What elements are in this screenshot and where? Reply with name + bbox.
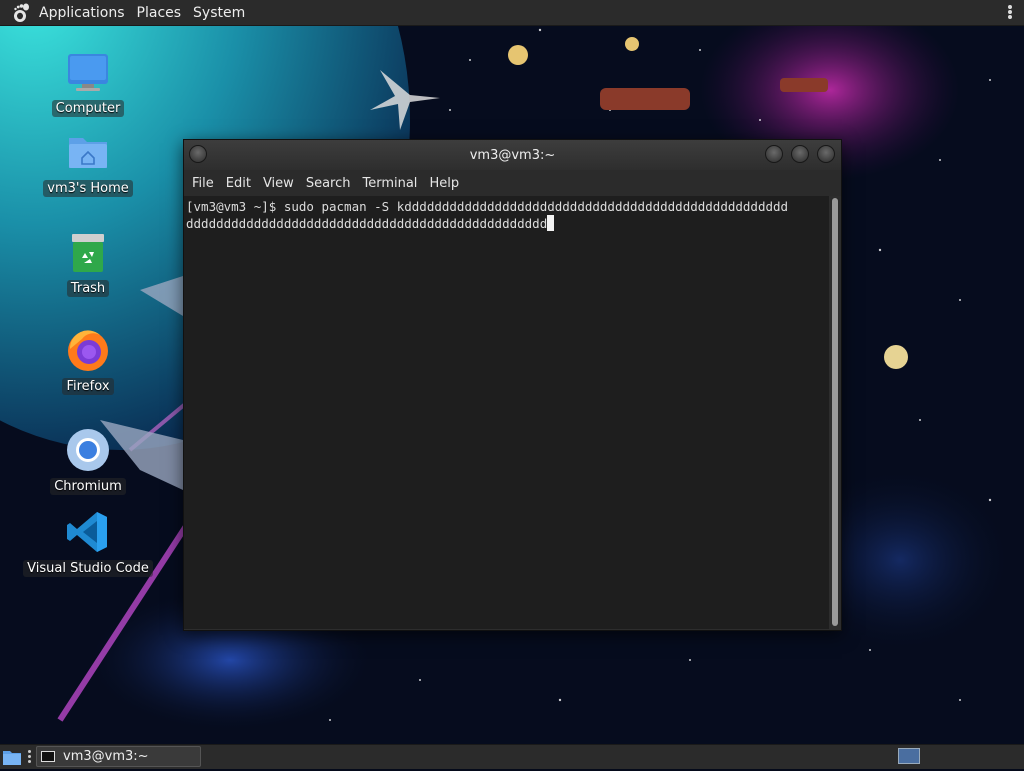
show-desktop-icon[interactable] — [2, 747, 22, 767]
desktop-icon-firefox[interactable]: Firefox — [28, 326, 148, 395]
desktop-icon-label: Trash — [66, 280, 110, 297]
panel-grip-icon[interactable] — [28, 750, 32, 765]
terminal-scrollbar[interactable] — [831, 198, 839, 626]
taskbar-button-label: vm3@vm3:~ — [63, 749, 149, 764]
close-icon[interactable] — [817, 145, 835, 163]
desktop-icon-vscode[interactable]: Visual Studio Code — [23, 508, 153, 577]
window-menu-icon[interactable] — [189, 145, 207, 163]
text-cursor — [547, 215, 555, 231]
window-titlebar[interactable]: vm3@vm3:~ — [184, 140, 841, 170]
menu-edit[interactable]: Edit — [222, 176, 259, 191]
terminal-window: vm3@vm3:~ File Edit View Search Terminal… — [183, 139, 842, 631]
desktop-icon-label: Firefox — [62, 378, 114, 395]
places-menu[interactable]: Places — [133, 5, 190, 21]
terminal-line-text: dddddddddddddddddddddddddddddddddddddddd… — [186, 216, 548, 231]
top-panel: Applications Places System — [0, 0, 1024, 26]
vscode-icon — [64, 508, 112, 556]
desktop-icon-label: Chromium — [50, 478, 126, 495]
chromium-icon — [64, 426, 112, 474]
system-menu[interactable]: System — [189, 5, 253, 21]
menu-search[interactable]: Search — [302, 176, 359, 191]
terminal-line-last: dddddddddddddddddddddddddddddddddddddddd… — [186, 215, 829, 232]
window-title: vm3@vm3:~ — [469, 147, 556, 163]
terminal-output[interactable]: [vm3@vm3 ~]$ sudo pacman -S kddddddddddd… — [184, 196, 829, 629]
firefox-icon — [64, 326, 112, 374]
menu-view[interactable]: View — [259, 176, 302, 191]
computer-icon — [64, 48, 112, 96]
terminal-menubar: File Edit View Search Terminal Help — [184, 170, 841, 196]
desktop-icon-label: Visual Studio Code — [23, 560, 153, 577]
menu-help[interactable]: Help — [425, 176, 467, 191]
panel-overflow-icon[interactable] — [1008, 5, 1014, 20]
workspace-switcher[interactable] — [898, 748, 920, 764]
maximize-icon[interactable] — [791, 145, 809, 163]
desktop-icon-chromium[interactable]: Chromium — [28, 426, 148, 495]
menu-terminal[interactable]: Terminal — [358, 176, 425, 191]
taskbar-button-terminal[interactable]: vm3@vm3:~ — [36, 746, 201, 767]
scrollbar-thumb[interactable] — [832, 198, 838, 626]
desktop-icon-trash[interactable]: Trash — [28, 228, 148, 297]
home-folder-icon — [64, 128, 112, 176]
terminal-line: [vm3@vm3 ~]$ sudo pacman -S kddddddddddd… — [186, 199, 789, 214]
desktop-icon-computer[interactable]: Computer — [28, 48, 148, 117]
gnome-foot-icon[interactable] — [11, 3, 31, 23]
applications-menu[interactable]: Applications — [35, 5, 133, 21]
terminal-icon — [41, 751, 55, 762]
desktop-icon-home[interactable]: vm3's Home — [28, 128, 148, 197]
minimize-icon[interactable] — [765, 145, 783, 163]
menu-file[interactable]: File — [188, 176, 222, 191]
desktop-icon-label: Computer — [51, 100, 125, 117]
bottom-panel: vm3@vm3:~ — [0, 744, 1024, 769]
desktop-icon-label: vm3's Home — [43, 180, 133, 197]
trash-icon — [64, 228, 112, 276]
